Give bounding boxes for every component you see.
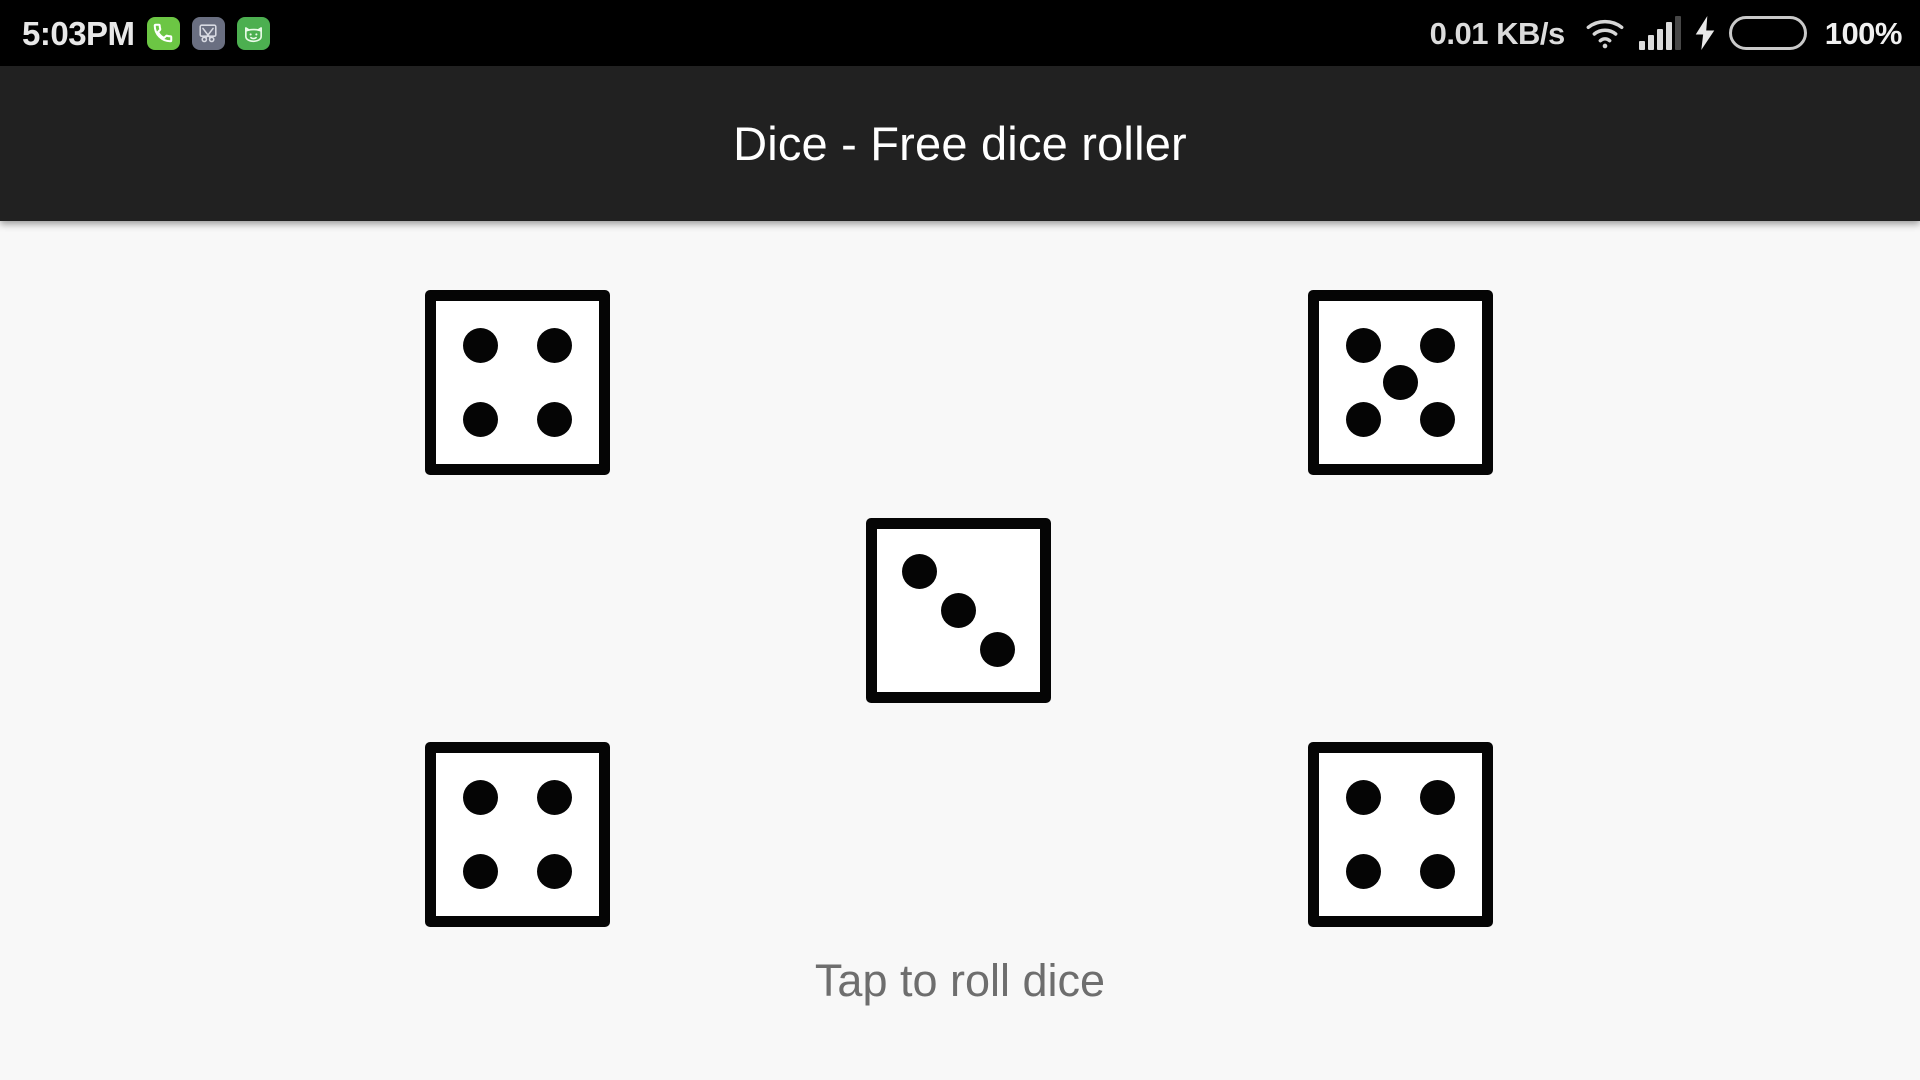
- die-pip: [1345, 854, 1381, 890]
- die-pip: [941, 593, 976, 628]
- cat-face-icon[interactable]: [236, 16, 270, 50]
- dice-canvas[interactable]: Tap to roll dice: [0, 221, 1920, 1080]
- wifi-icon: [1585, 16, 1625, 50]
- die-pip: [537, 402, 573, 438]
- status-bar: 5:03PM 0.01 KB/s 100%: [0, 0, 1920, 66]
- die-center[interactable]: [866, 518, 1051, 703]
- die-bottom-right[interactable]: [1308, 742, 1493, 927]
- die-pip: [462, 402, 498, 438]
- die-pip: [1345, 327, 1381, 363]
- die-top-left[interactable]: [425, 290, 610, 475]
- die-pip: [462, 327, 498, 363]
- die-pip: [1345, 402, 1381, 438]
- scissors-screenshot-icon[interactable]: [191, 16, 225, 50]
- die-pip: [1420, 779, 1456, 815]
- die-pip: [1383, 365, 1418, 400]
- die-top-right[interactable]: [1308, 290, 1493, 475]
- battery-percent-label: 100%: [1824, 15, 1903, 51]
- network-speed-label: 0.01 KB/s: [1429, 15, 1566, 51]
- die-pip: [462, 854, 498, 890]
- charging-bolt-icon: [1695, 16, 1715, 50]
- die-pip: [901, 553, 937, 589]
- die-pip: [462, 779, 498, 815]
- die-pip: [1420, 402, 1456, 438]
- status-clock: 5:03PM: [22, 14, 135, 52]
- app-bar: Dice - Free dice roller: [0, 66, 1920, 221]
- die-pip: [1420, 327, 1456, 363]
- die-pip: [537, 854, 573, 890]
- tap-to-roll-hint: Tap to roll dice: [814, 955, 1106, 1006]
- cellular-signal-icon: [1638, 16, 1681, 50]
- app-title: Dice - Free dice roller: [733, 117, 1187, 170]
- die-pip: [1420, 854, 1456, 890]
- battery-icon: [1728, 16, 1807, 50]
- status-bar-left-group: 5:03PM: [22, 14, 270, 52]
- status-bar-right-group: 0.01 KB/s 100%: [1429, 15, 1903, 51]
- die-pip: [1345, 779, 1381, 815]
- die-pip: [980, 632, 1016, 668]
- phone-icon[interactable]: [146, 16, 180, 50]
- die-pip: [537, 327, 573, 363]
- die-pip: [537, 779, 573, 815]
- die-bottom-left[interactable]: [425, 742, 610, 927]
